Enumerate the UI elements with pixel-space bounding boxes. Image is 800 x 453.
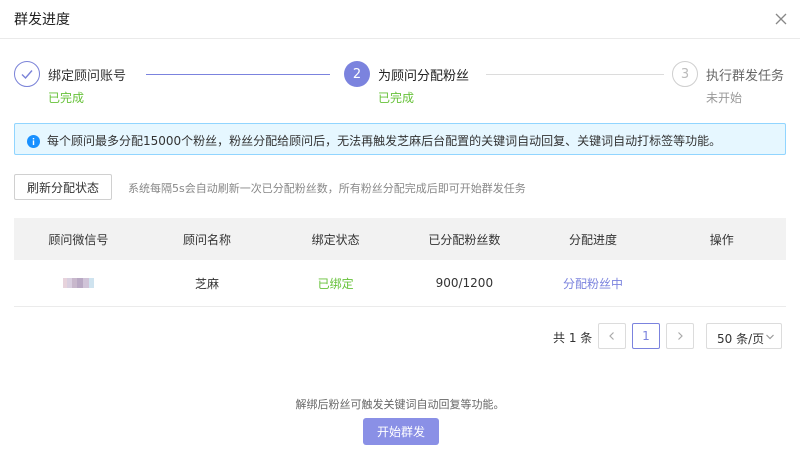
cell-progress-link[interactable]: 分配粉丝中 (529, 260, 658, 306)
header-bind-status: 绑定状态 (311, 232, 360, 247)
step-status: 已完成 (48, 91, 85, 105)
refresh-status-button[interactable]: 刷新分配状态 (14, 174, 112, 200)
header-progress: 分配进度 (569, 232, 618, 247)
cell-bind-status: 已绑定 (317, 276, 354, 291)
step-number: 2 (344, 61, 370, 87)
pagination-total: 共 1 条 (553, 331, 593, 345)
step-number: 3 (672, 61, 698, 87)
header-assigned-count: 已分配粉丝数 (428, 232, 501, 247)
step-label: 为顾问分配粉丝 (378, 69, 470, 84)
table-body: 芝麻 已绑定 900/1200 分配粉丝中 (14, 260, 786, 307)
header-wechat-id: 顾问微信号 (48, 232, 109, 247)
info-text: 每个顾问最多分配15000个粉丝，粉丝分配给顾问后，无法再触发芝麻后台配置的关键… (47, 134, 722, 148)
step-label: 执行群发任务 (706, 69, 785, 84)
cell-advisor-name: 芝麻 (195, 276, 220, 291)
step-status: 已完成 (378, 91, 415, 105)
steps-bar: 绑定顾问账号 已完成 2 为顾问分配粉丝 已完成 3 执行群发任务 未开始 (0, 58, 800, 108)
check-icon (14, 61, 40, 87)
chevron-right-icon (678, 332, 683, 340)
step-connector (146, 74, 330, 75)
redacted-id (59, 278, 97, 288)
page-size-select[interactable]: 50 条/页 (706, 323, 782, 349)
cell-action (657, 260, 786, 306)
header-advisor-name: 顾问名称 (183, 232, 232, 247)
info-alert: 每个顾问最多分配15000个粉丝，粉丝分配给顾问后，无法再触发芝麻后台配置的关键… (14, 123, 786, 155)
info-icon (27, 133, 40, 148)
footer-hint: 解绑后粉丝可触发关键词自动回复等功能。 (295, 398, 505, 411)
table-header: 顾问微信号 顾问名称 绑定状态 已分配粉丝数 分配进度 操作 (14, 218, 786, 260)
page-number-button[interactable]: 1 (632, 323, 660, 349)
refresh-hint: 系统每隔5s会自动刷新一次已分配粉丝数，所有粉丝分配完成后即可开始群发任务 (128, 182, 526, 195)
dialog-header: 群发进度 (0, 0, 800, 39)
step-connector (486, 74, 664, 75)
step-status: 未开始 (706, 91, 743, 105)
header-action: 操作 (709, 232, 734, 247)
cell-assigned-count: 900/1200 (435, 276, 494, 290)
page-size-value: 50 条/页 (717, 332, 765, 346)
step-label: 绑定顾问账号 (48, 69, 127, 84)
start-broadcast-button[interactable]: 开始群发 (363, 418, 439, 445)
dialog-title: 群发进度 (14, 12, 70, 28)
chevron-left-icon (609, 332, 614, 340)
advisor-table: 顾问微信号 顾问名称 绑定状态 已分配粉丝数 分配进度 操作 芝麻 已绑定 90… (14, 218, 786, 307)
progress-dialog: 群发进度 绑定顾问账号 已完成 2 为顾问分配粉丝 已完成 3 执行群发任务 未… (0, 0, 800, 453)
close-icon[interactable] (770, 8, 792, 30)
cell-wechat-id (14, 260, 143, 306)
prev-page-button[interactable] (598, 323, 626, 349)
chevron-down-icon (766, 334, 774, 340)
next-page-button[interactable] (666, 323, 694, 349)
table-row: 芝麻 已绑定 900/1200 分配粉丝中 (14, 260, 786, 307)
